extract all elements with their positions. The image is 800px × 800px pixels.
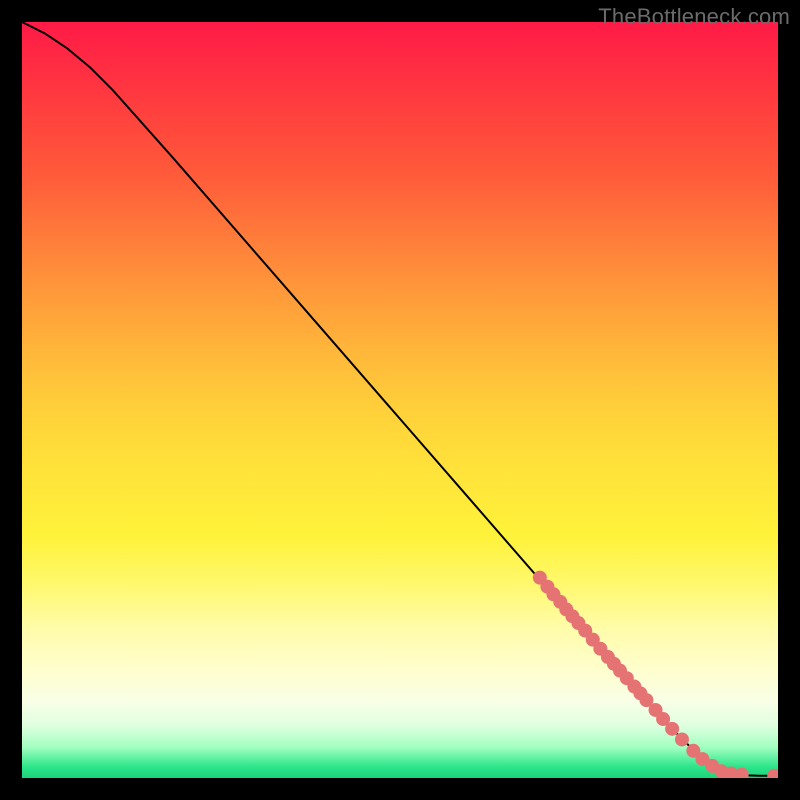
chart-root: TheBottleneck.com — [0, 0, 800, 800]
data-marker — [767, 769, 778, 778]
data-marker — [675, 732, 689, 746]
marker-group — [533, 571, 778, 778]
data-marker — [665, 722, 679, 736]
plot-area — [22, 22, 778, 778]
curve-layer — [22, 22, 778, 778]
data-marker — [735, 768, 749, 778]
bottleneck-curve — [22, 22, 778, 776]
watermark-text: TheBottleneck.com — [598, 4, 790, 30]
